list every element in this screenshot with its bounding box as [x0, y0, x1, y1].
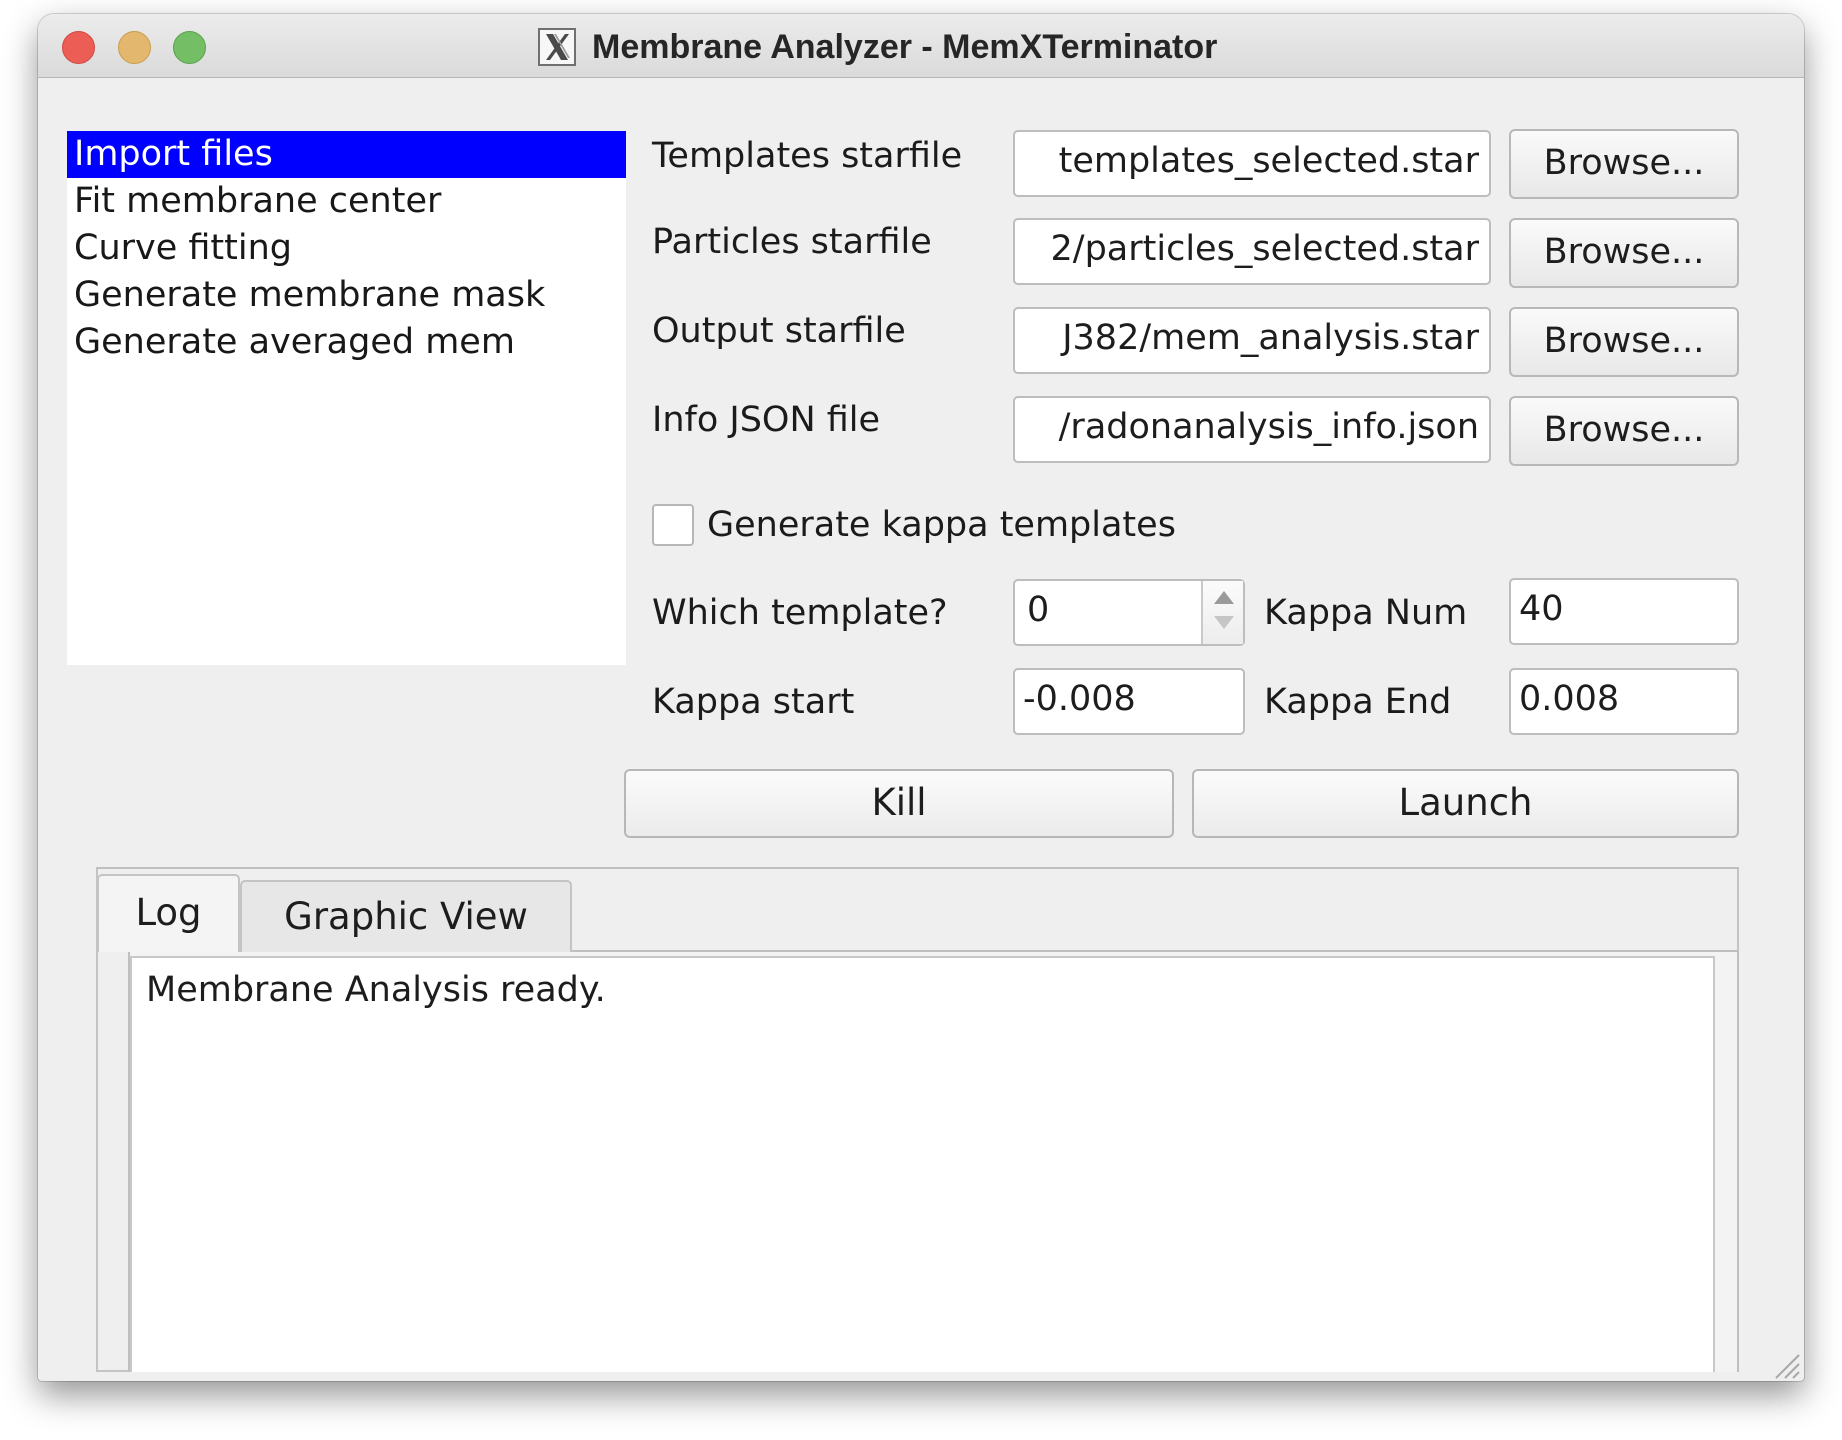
tab-log[interactable]: Log [97, 874, 240, 952]
minimize-window-button[interactable] [118, 31, 151, 64]
close-window-button[interactable] [62, 31, 95, 64]
info-json-file-label: Info JSON file [652, 400, 881, 440]
screen: Membrane Analyzer - MemXTerminator Impor… [0, 0, 1842, 1440]
kappa-end-input[interactable]: 0.008 [1509, 668, 1739, 735]
kappa-num-value: 40 [1519, 589, 1564, 629]
kappa-num-input[interactable]: 40 [1509, 578, 1739, 645]
step-fit-membrane-center[interactable]: Fit membrane center [67, 178, 626, 225]
which-template-value: 0 [1027, 590, 1050, 630]
output-starfile-input[interactable]: J382/mem_analysis.star [1013, 307, 1491, 374]
particles-starfile-input[interactable]: 2/particles_selected.star [1013, 218, 1491, 285]
spin-down-icon[interactable] [1214, 616, 1234, 629]
title-group: Membrane Analyzer - MemXTerminator [538, 28, 1217, 66]
kappa-end-value: 0.008 [1519, 679, 1620, 719]
step-generate-membrane-mask[interactable]: Generate membrane mask [67, 272, 626, 319]
title-bar[interactable]: Membrane Analyzer - MemXTerminator [38, 14, 1804, 78]
output-starfile-value: J382/mem_analysis.star [1062, 318, 1479, 358]
tab-graphic-view[interactable]: Graphic View [240, 880, 572, 952]
membrane-analyzer-window: Membrane Analyzer - MemXTerminator Impor… [38, 14, 1804, 1381]
templates-browse-button[interactable]: Browse... [1509, 129, 1739, 199]
step-import-files[interactable]: Import files [67, 131, 626, 178]
window-title: Membrane Analyzer - MemXTerminator [592, 27, 1218, 66]
templates-starfile-value: templates_selected.star [1058, 141, 1479, 181]
which-template-stepper[interactable] [1201, 581, 1243, 644]
kappa-start-value: -0.008 [1023, 679, 1136, 719]
which-template-spinbox[interactable]: 0 [1013, 579, 1245, 646]
generate-kappa-templates-checkbox[interactable] [652, 504, 694, 546]
resize-grip-icon[interactable] [1764, 1343, 1802, 1381]
spin-up-icon[interactable] [1214, 591, 1234, 604]
particles-starfile-value: 2/particles_selected.star [1050, 229, 1479, 269]
launch-button[interactable]: Launch [1192, 769, 1739, 838]
particles-starfile-label: Particles starfile [652, 222, 932, 262]
step-generate-averaged-mem[interactable]: Generate averaged mem [67, 319, 626, 366]
info-json-browse-button[interactable]: Browse... [1509, 396, 1739, 466]
kappa-start-label: Kappa start [652, 682, 855, 722]
generate-kappa-templates-label: Generate kappa templates [707, 505, 1176, 545]
kill-button[interactable]: Kill [624, 769, 1174, 838]
kappa-num-label: Kappa Num [1264, 593, 1468, 633]
kappa-start-input[interactable]: -0.008 [1013, 668, 1245, 735]
log-message: Membrane Analysis ready. [146, 970, 606, 1010]
templates-starfile-input[interactable]: templates_selected.star [1013, 130, 1491, 197]
particles-browse-button[interactable]: Browse... [1509, 218, 1739, 288]
step-list[interactable]: Import files Fit membrane center Curve f… [67, 131, 626, 665]
kappa-end-label: Kappa End [1264, 682, 1452, 722]
maximize-window-button[interactable] [173, 31, 206, 64]
output-starfile-label: Output starfile [652, 311, 906, 351]
info-json-file-input[interactable]: /radonanalysis_info.json [1013, 396, 1491, 463]
which-template-label: Which template? [652, 593, 948, 633]
output-browse-button[interactable]: Browse... [1509, 307, 1739, 377]
x11-icon [538, 28, 576, 66]
step-curve-fitting[interactable]: Curve fitting [67, 225, 626, 272]
templates-starfile-label: Templates starfile [652, 136, 963, 176]
info-json-file-value: /radonanalysis_info.json [1058, 407, 1479, 447]
log-output[interactable]: Membrane Analysis ready. [130, 956, 1715, 1372]
